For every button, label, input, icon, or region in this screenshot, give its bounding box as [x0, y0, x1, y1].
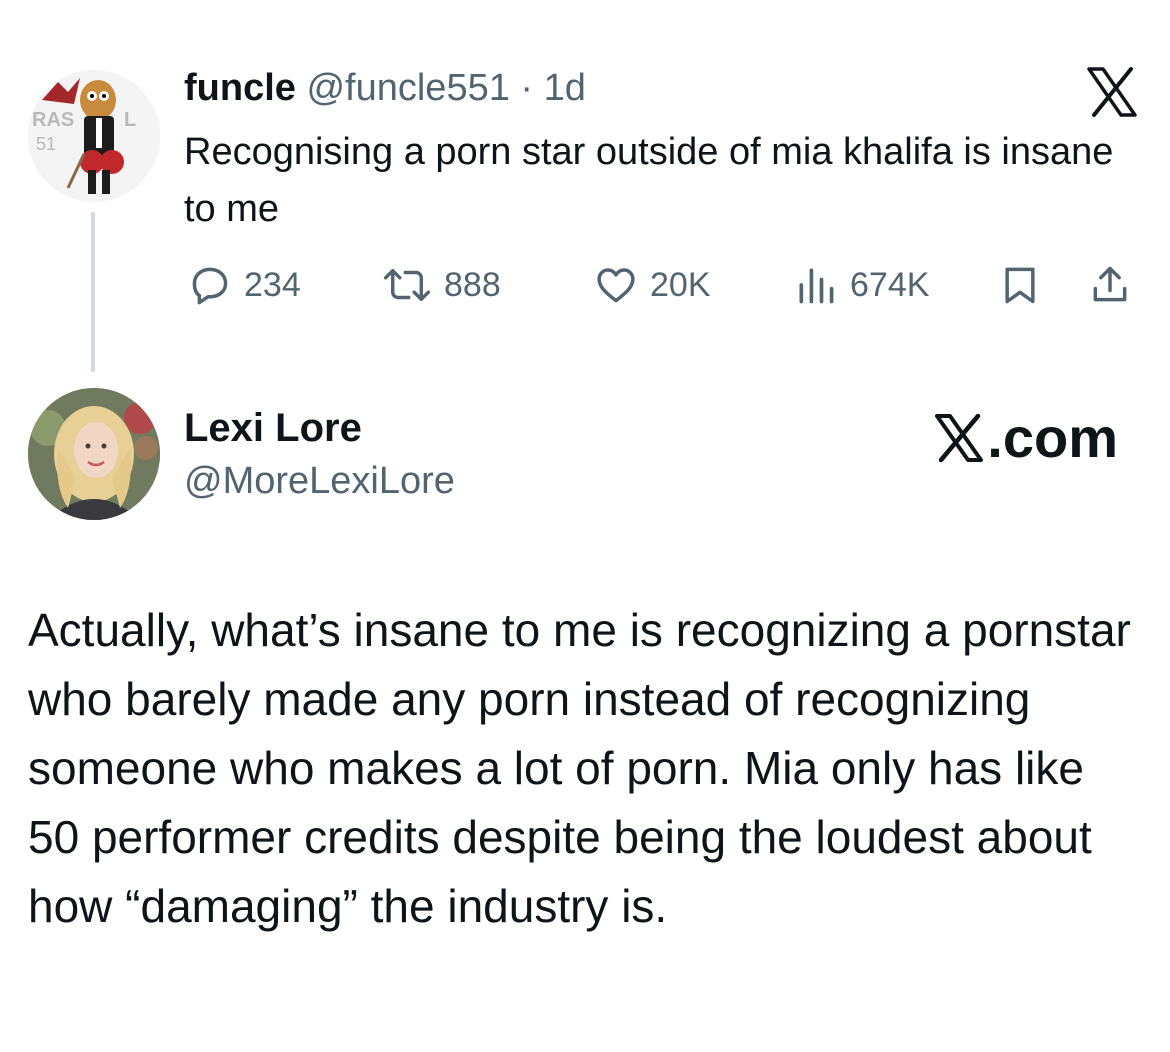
thread-connector-line — [91, 212, 95, 372]
views-count: 674K — [850, 265, 930, 304]
parent-handle[interactable]: @funcle551 — [306, 67, 509, 109]
lexi-lore-avatar-image — [28, 388, 160, 520]
lexi-lore-avatar[interactable] — [28, 388, 160, 520]
funcle-avatar[interactable]: RAS L 51 — [28, 70, 160, 202]
parent-tweet-actions: 234 888 20K 674K — [184, 260, 1144, 310]
funcle-avatar-image: RAS L 51 — [28, 70, 160, 202]
views-button[interactable]: 674K — [794, 260, 929, 310]
repost-count: 888 — [444, 265, 501, 304]
share-button[interactable] — [1088, 260, 1132, 310]
reply-count: 234 — [244, 265, 301, 304]
avatar-text-ras: RAS — [32, 109, 74, 131]
like-icon — [597, 268, 635, 303]
like-button[interactable]: 20K — [594, 260, 711, 310]
parent-timestamp[interactable]: 1d — [544, 67, 586, 109]
parent-display-name[interactable]: funcle — [184, 67, 296, 109]
avatar-text-51: 51 — [36, 134, 56, 154]
x-wordmark-icon — [935, 413, 984, 463]
reply-button[interactable]: 234 — [188, 260, 301, 310]
x-com-watermark: .com — [933, 406, 1118, 470]
parent-tweet-text: Recognising a porn star outside of mia k… — [184, 131, 1114, 230]
reply-tweet-text: Actually, what’s insane to me is recogni… — [28, 604, 1131, 932]
x-com-label: .com — [987, 406, 1118, 469]
x-logo-icon — [1086, 66, 1138, 118]
share-icon — [1093, 266, 1127, 302]
views-icon — [799, 268, 834, 304]
parent-tweet-header: funcle @funcle551 · 1d — [184, 66, 586, 110]
reply-icon — [192, 267, 228, 305]
reply-display-name[interactable]: Lexi Lore — [184, 404, 362, 452]
avatar-text-l: L — [124, 109, 136, 131]
repost-button[interactable]: 888 — [382, 260, 501, 310]
bookmark-button[interactable] — [998, 260, 1042, 310]
like-count: 20K — [650, 265, 711, 304]
bookmark-icon — [1005, 267, 1035, 304]
reply-handle[interactable]: @MoreLexiLore — [184, 458, 455, 504]
parent-separator: · — [520, 67, 534, 109]
repost-icon — [383, 269, 431, 301]
